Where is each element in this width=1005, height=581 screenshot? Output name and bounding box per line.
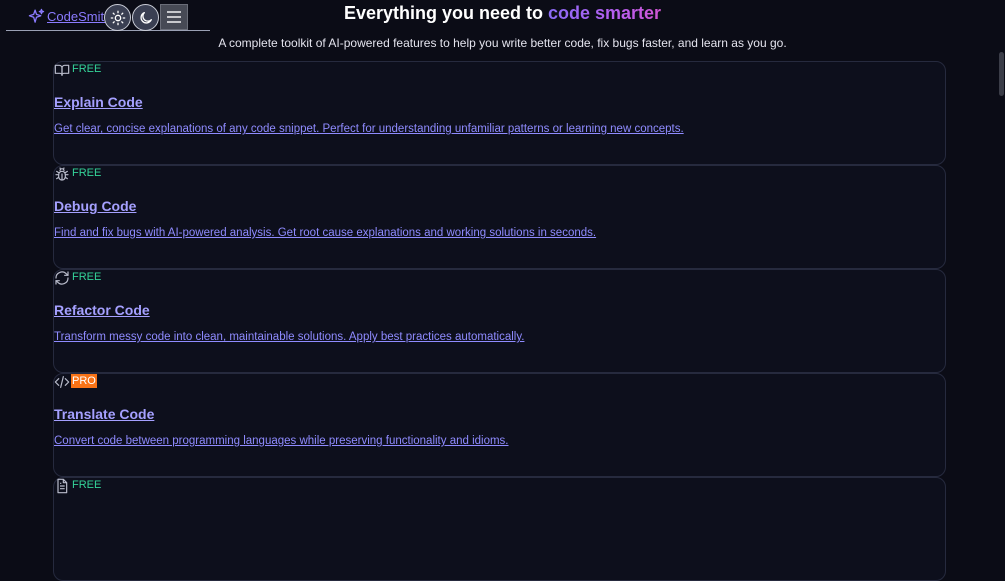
badge-free: FREE (72, 479, 102, 491)
page-title: Everything you need to code smarter (0, 3, 1005, 24)
title-highlight: code smarter (547, 3, 662, 23)
feature-description-link[interactable]: Transform messy code into clean, maintai… (54, 331, 524, 343)
bug-icon (54, 166, 71, 182)
badge-pro: PRO (71, 374, 97, 388)
feature-title-link[interactable]: Explain Code (54, 94, 143, 110)
feature-card-debug[interactable]: FREE Debug Code Find and fix bugs with A… (53, 165, 946, 269)
feature-description-link[interactable]: Find and fix bugs with AI-powered analys… (54, 227, 596, 239)
page-subtitle: A complete toolkit of AI-powered feature… (218, 36, 787, 50)
refresh-icon (54, 270, 71, 286)
document-icon (54, 478, 71, 494)
feature-card-refactor[interactable]: FREE Refactor Code Transform messy code … (53, 269, 946, 373)
code-icon (54, 374, 71, 390)
book-open-icon (54, 62, 71, 78)
feature-title-link[interactable]: Refactor Code (54, 302, 150, 318)
scrollbar-thumb[interactable] (999, 52, 1004, 96)
page-scrollbar[interactable] (997, 0, 1005, 510)
title-prefix: Everything you need to (343, 3, 548, 23)
feature-card-translate[interactable]: PRO Translate Code Convert code between … (53, 373, 946, 477)
feature-card-explain[interactable]: FREE Explain Code Get clear, concise exp… (53, 61, 946, 165)
badge-free: FREE (72, 167, 102, 179)
badge-free: FREE (72, 63, 102, 75)
feature-card-partial[interactable]: FREE (53, 477, 946, 581)
feature-description-link[interactable]: Get clear, concise explanations of any c… (54, 123, 684, 135)
badge-free: FREE (72, 271, 102, 283)
feature-description-link[interactable]: Convert code between programming languag… (54, 435, 509, 447)
feature-title-link[interactable]: Debug Code (54, 198, 136, 214)
feature-title-link[interactable]: Translate Code (54, 406, 154, 422)
